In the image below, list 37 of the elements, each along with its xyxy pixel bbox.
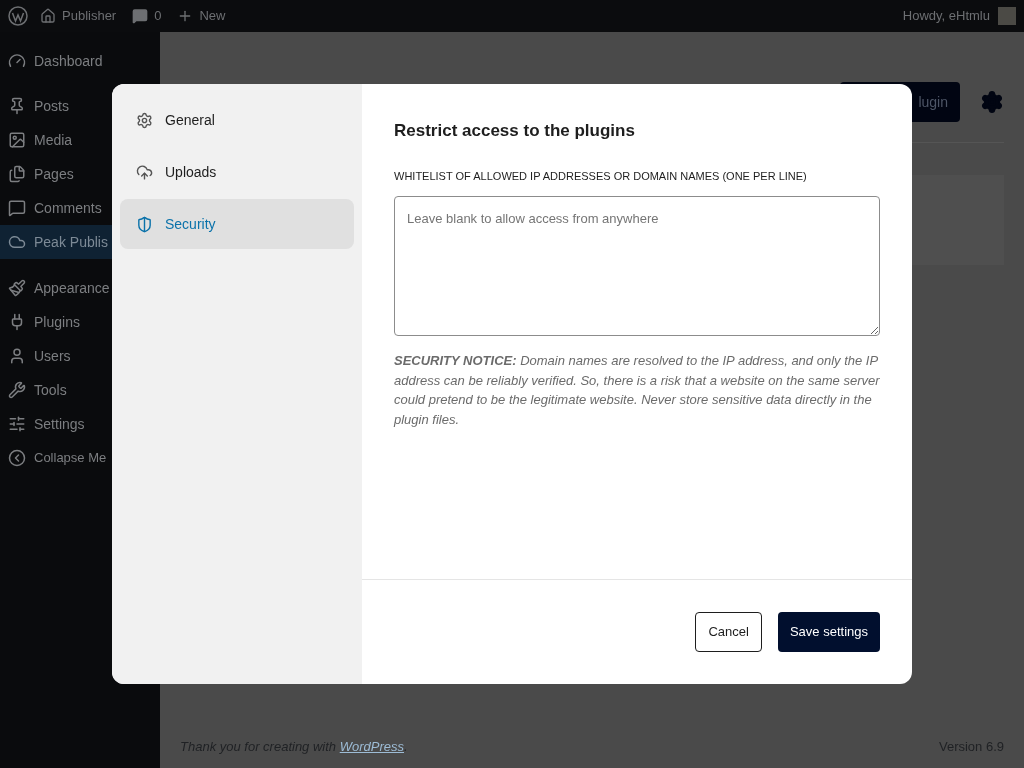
wordpress-link[interactable]: WordPress (339, 738, 404, 754)
cloud-upload-icon (136, 163, 153, 181)
user-icon (8, 347, 26, 365)
new-link[interactable]: New (177, 6, 226, 26)
pages-icon (8, 165, 26, 183)
nav-tab[interactable]: Security (120, 199, 354, 249)
comments-link[interactable]: 0 (132, 6, 162, 26)
settings-icon[interactable] (980, 90, 1004, 114)
greeting-link[interactable]: Howdy, eHtmlu (902, 6, 990, 26)
sidebar-item[interactable]: Dashboard (0, 44, 160, 78)
sidebar-item[interactable]: Plugins (0, 305, 160, 339)
dashboard-icon (8, 52, 26, 70)
whitelist-field[interactable]: Leave blank to allow access from anywhere (394, 196, 880, 336)
dialog-title: Restrict access to the plugins (394, 120, 636, 142)
field-label: WHITELIST OF ALLOWED IP ADDRESSES OR DOMAIN NAMES (ONE PER LINE) (394, 168, 808, 184)
logo-icon[interactable] (8, 6, 28, 26)
shield-icon (136, 215, 153, 233)
security-notice: SECURITY NOTICE: Domain names are resolved to the IP address, and only the IP address can be reliably verified. So, there is a risk that a website on the same server could pretend to be the legitimate website. Never store sensitive data directly in the plugin files. (394, 352, 880, 429)
wrench-icon (8, 381, 26, 399)
sidebar-item[interactable]: Tools (0, 373, 160, 407)
gear-icon (136, 111, 153, 129)
sidebar-item[interactable]: Collapse Me (0, 441, 160, 475)
cloud-icon (8, 233, 26, 251)
sliders-icon (8, 415, 26, 433)
cancel-button[interactable]: Cancel (695, 612, 762, 652)
brush-icon (8, 279, 26, 297)
comment-icon (8, 199, 26, 217)
comment-icon (132, 8, 149, 24)
sidebar-item[interactable]: Settings (0, 407, 160, 441)
collapse-icon (8, 449, 26, 467)
pin-icon (8, 97, 26, 115)
media-icon (8, 131, 26, 149)
home-icon (40, 8, 56, 24)
sidebar-item[interactable]: Appearance (0, 271, 160, 305)
save-settings-button[interactable]: Save settings (777, 612, 880, 652)
sidebar-item[interactable]: Users (0, 339, 160, 373)
site-link[interactable]: Publisher (40, 6, 117, 26)
